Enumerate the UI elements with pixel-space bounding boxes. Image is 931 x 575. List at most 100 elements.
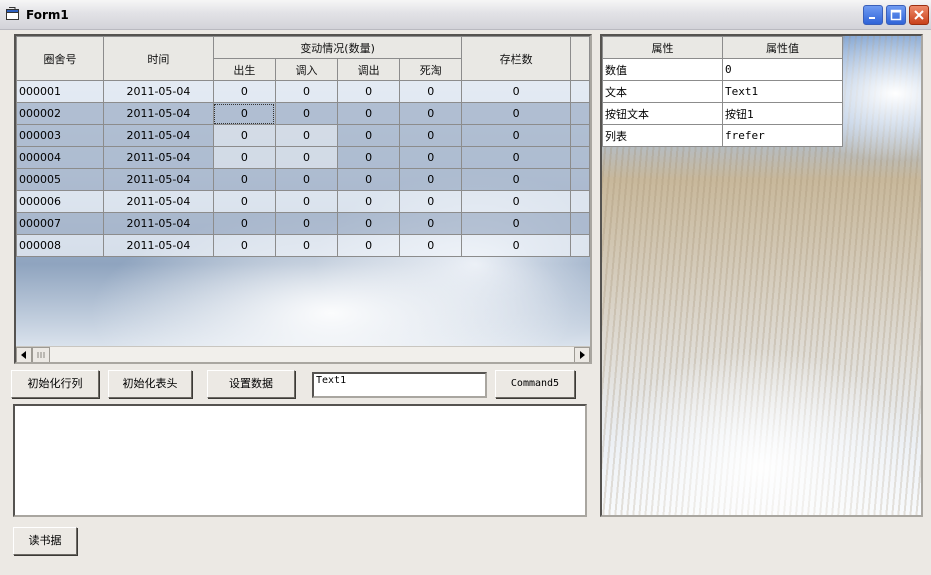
init-header-button[interactable]: 初始化表头 [108, 370, 192, 398]
cell-transfer-out[interactable]: 0 [337, 146, 401, 169]
cell-extra[interactable] [569, 124, 590, 147]
table-row[interactable]: 000007 2011-05-04 0 0 0 0 0 [16, 212, 590, 235]
table-row[interactable]: 000003 2011-05-04 0 0 0 0 0 [16, 124, 590, 147]
cell-code[interactable]: 000001 [16, 80, 104, 103]
cell-stock[interactable]: 0 [461, 190, 571, 213]
table-row[interactable]: 000004 2011-05-04 0 0 0 0 0 [16, 146, 590, 169]
cell-code[interactable]: 000003 [16, 124, 104, 147]
cell-cull[interactable]: 0 [399, 190, 463, 213]
cell-transfer-out[interactable]: 0 [337, 212, 401, 235]
cell-birth[interactable]: 0 [212, 212, 276, 235]
table-row[interactable]: 000005 2011-05-04 0 0 0 0 0 [16, 168, 590, 191]
scroll-thumb[interactable] [32, 347, 50, 362]
cell-time[interactable]: 2011-05-04 [103, 212, 214, 235]
property-row[interactable]: 数值 0 [602, 58, 843, 81]
command5-button[interactable]: Command5 [495, 370, 575, 398]
cell-birth[interactable]: 0 [212, 124, 276, 147]
cell-cull[interactable]: 0 [399, 102, 463, 125]
cell-cull[interactable]: 0 [399, 234, 463, 257]
cell-transfer-out[interactable]: 0 [337, 102, 401, 125]
cell-birth[interactable]: 0 [212, 168, 276, 191]
cell-transfer-in[interactable]: 0 [274, 212, 339, 235]
property-value[interactable]: Text1 [722, 80, 843, 103]
text1-input[interactable]: Text1 [312, 372, 487, 398]
cell-extra[interactable] [569, 234, 590, 257]
table-row[interactable]: 000006 2011-05-04 0 0 0 0 0 [16, 190, 590, 213]
cell-stock[interactable]: 0 [461, 80, 571, 103]
property-row[interactable]: 按钮文本 按钮1 [602, 102, 843, 125]
cell-birth[interactable]: 0 [212, 234, 276, 257]
cell-time[interactable]: 2011-05-04 [103, 234, 214, 257]
close-button[interactable] [909, 5, 929, 25]
cell-extra[interactable] [569, 168, 590, 191]
cell-code[interactable]: 000005 [16, 168, 104, 191]
cell-stock[interactable]: 0 [461, 234, 571, 257]
cell-stock[interactable]: 0 [461, 212, 571, 235]
cell-time[interactable]: 2011-05-04 [103, 190, 214, 213]
cell-code[interactable]: 000004 [16, 146, 104, 169]
property-row[interactable]: 列表 frefer [602, 124, 843, 147]
cell-code[interactable]: 000006 [16, 190, 104, 213]
cell-transfer-in[interactable]: 0 [274, 190, 339, 213]
property-value[interactable]: 0 [722, 58, 843, 81]
cell-time[interactable]: 2011-05-04 [103, 168, 214, 191]
cell-transfer-in[interactable]: 0 [274, 168, 339, 191]
cell-time[interactable]: 2011-05-04 [103, 80, 214, 103]
property-name: 按钮文本 [602, 102, 723, 125]
property-grid[interactable]: 属性 属性值 数值 0 文本 Text1 按钮文本 按钮1 列表 frefer [600, 34, 923, 517]
cell-time[interactable]: 2011-05-04 [103, 146, 214, 169]
cell-transfer-out[interactable]: 0 [337, 234, 401, 257]
cell-extra[interactable] [569, 146, 590, 169]
cell-stock[interactable]: 0 [461, 102, 571, 125]
cell-transfer-out[interactable]: 0 [337, 80, 401, 103]
cell-cull[interactable]: 0 [399, 124, 463, 147]
cell-transfer-out[interactable]: 0 [337, 124, 401, 147]
scroll-right-button[interactable] [574, 347, 590, 362]
output-textarea[interactable] [13, 404, 587, 517]
table-row[interactable]: 000008 2011-05-04 0 0 0 0 0 [16, 234, 590, 257]
cell-cull[interactable]: 0 [399, 212, 463, 235]
cell-time[interactable]: 2011-05-04 [103, 124, 214, 147]
maximize-button[interactable] [886, 5, 906, 25]
cell-extra[interactable] [569, 102, 590, 125]
cell-stock[interactable]: 0 [461, 124, 571, 147]
table-row[interactable]: 000002 2011-05-04 0 0 0 0 0 [16, 102, 590, 125]
horizontal-scrollbar[interactable] [16, 346, 590, 362]
property-value[interactable]: frefer [722, 124, 843, 147]
flex-grid[interactable]: 圈舍号 时间 变动情况(数量) 存栏数 出生 调入 调出 死淘 000001 2… [14, 34, 592, 364]
cell-extra[interactable] [569, 212, 590, 235]
cell-birth[interactable]: 0 [212, 146, 276, 169]
cell-code[interactable]: 000008 [16, 234, 104, 257]
form-icon [6, 7, 19, 20]
cell-extra[interactable] [569, 80, 590, 103]
cell-cull[interactable]: 0 [399, 168, 463, 191]
set-data-button[interactable]: 设置数据 [207, 370, 295, 398]
property-value[interactable]: 按钮1 [722, 102, 843, 125]
cell-stock[interactable]: 0 [461, 168, 571, 191]
cell-transfer-out[interactable]: 0 [337, 168, 401, 191]
cell-code[interactable]: 000002 [16, 102, 104, 125]
property-row[interactable]: 文本 Text1 [602, 80, 843, 103]
scroll-left-button[interactable] [16, 347, 32, 362]
header-stock: 存栏数 [461, 36, 571, 81]
minimize-button[interactable] [863, 5, 883, 25]
cell-cull[interactable]: 0 [399, 146, 463, 169]
read-data-button[interactable]: 读书据 [13, 527, 77, 555]
cell-transfer-in[interactable]: 0 [274, 146, 339, 169]
cell-birth[interactable]: 0 [212, 80, 276, 103]
cell-cull[interactable]: 0 [399, 80, 463, 103]
cell-transfer-in[interactable]: 0 [274, 234, 339, 257]
cell-time[interactable]: 2011-05-04 [103, 102, 214, 125]
cell-transfer-in[interactable]: 0 [274, 80, 339, 103]
cell-extra[interactable] [569, 190, 590, 213]
cell-transfer-in[interactable]: 0 [274, 124, 339, 147]
init-rows-button[interactable]: 初始化行列 [11, 370, 99, 398]
cell-transfer-out[interactable]: 0 [337, 190, 401, 213]
cell-transfer-in[interactable]: 0 [274, 102, 339, 125]
cell-code[interactable]: 000007 [16, 212, 104, 235]
property-name: 文本 [602, 80, 723, 103]
cell-stock[interactable]: 0 [461, 146, 571, 169]
cell-birth[interactable]: 0 [212, 102, 276, 125]
cell-birth[interactable]: 0 [212, 190, 276, 213]
table-row[interactable]: 000001 2011-05-04 0 0 0 0 0 [16, 80, 590, 103]
